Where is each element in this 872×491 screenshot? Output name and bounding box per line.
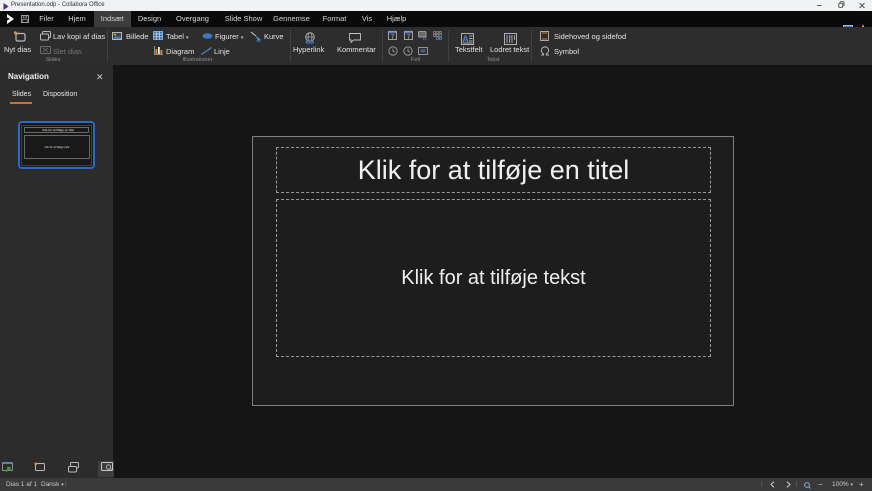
svg-text:A: A <box>462 34 469 44</box>
